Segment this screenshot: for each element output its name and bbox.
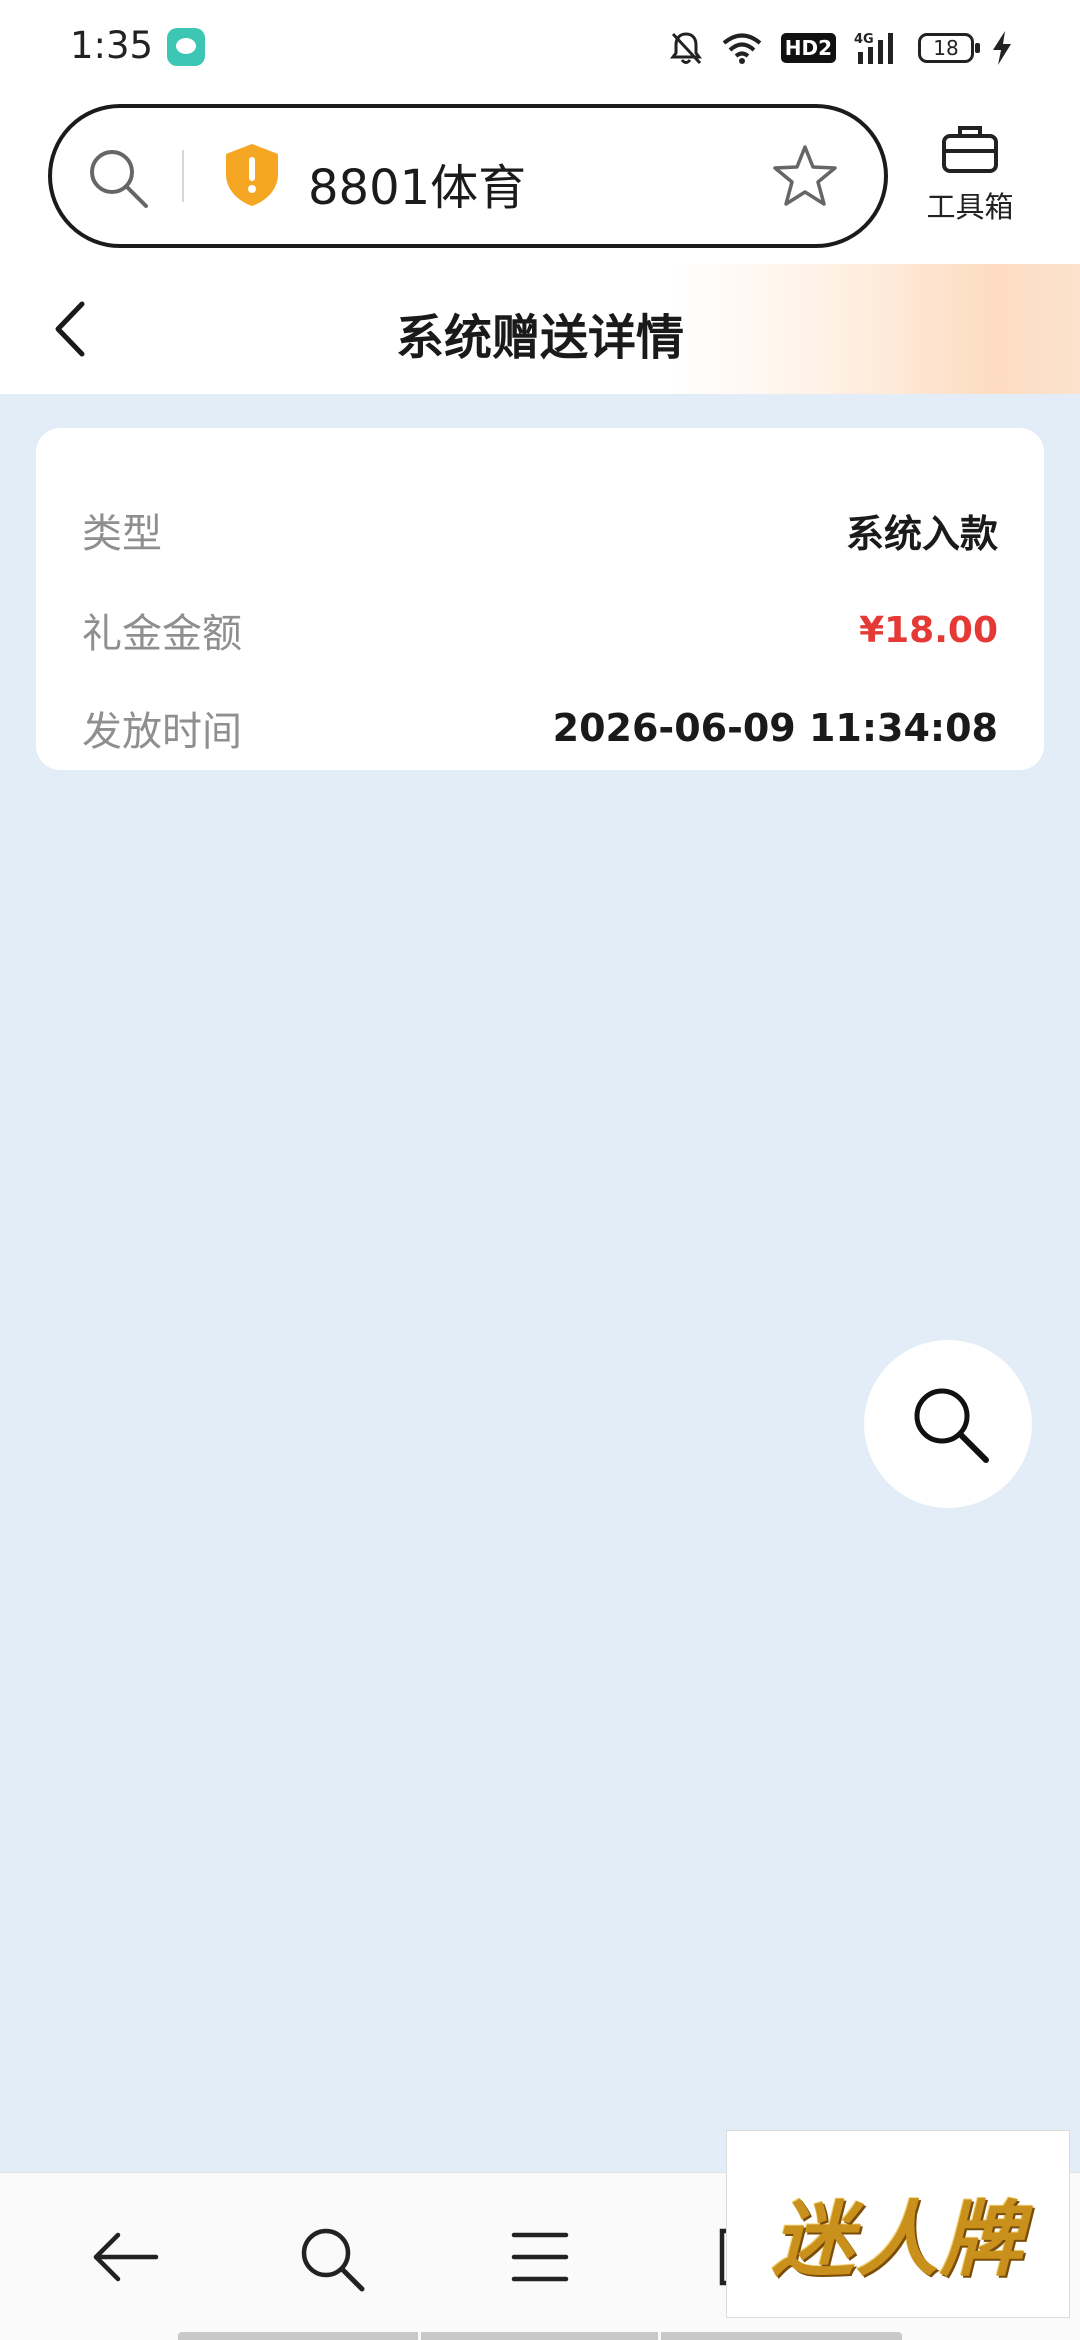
search-icon <box>914 1388 989 1463</box>
detail-card: 类型 系统入款 礼金金额 ¥18.00 发放时间 2026-06-09 11:3… <box>36 428 1044 770</box>
toolbox-icon <box>942 126 998 173</box>
notification-app-icon <box>167 28 205 66</box>
issue-time-label: 发放时间 <box>82 709 242 755</box>
detail-row-time: 发放时间 2026-06-09 11:34:08 <box>82 698 998 758</box>
charging-icon <box>993 31 1011 65</box>
status-time: 1:35 <box>70 24 154 67</box>
amount-label: 礼金金额 <box>82 611 242 657</box>
svg-text:4G: 4G <box>854 32 874 47</box>
security-warning-shield-icon[interactable] <box>222 142 282 208</box>
signal-4g-icon: 4G <box>854 32 893 64</box>
type-label: 类型 <box>82 511 162 557</box>
type-value: 系统入款 <box>845 511 998 556</box>
mute-bell-icon <box>669 32 702 65</box>
battery-indicator: 18 <box>918 33 980 63</box>
toolbox-label: 工具箱 <box>926 190 1014 224</box>
watermark-logo: 迷人牌 <box>726 2130 1070 2318</box>
search-icon[interactable] <box>298 2225 366 2293</box>
detail-row-amount: 礼金金额 ¥18.00 <box>82 600 998 660</box>
address-divider <box>182 150 184 202</box>
hd-voice-badge: HD2 <box>780 33 836 63</box>
floating-search-button[interactable] <box>864 1340 1032 1508</box>
amount-value: ¥18.00 <box>859 609 998 651</box>
status-icons: HD2 4G 18 <box>669 26 1012 70</box>
wifi-icon <box>722 33 762 64</box>
status-bar: 1:35 HD2 4G 18 <box>0 0 1080 96</box>
menu-icon[interactable] <box>510 2225 570 2289</box>
page-title: 系统赠送详情 <box>395 310 684 366</box>
back-arrow-icon[interactable] <box>88 2225 160 2289</box>
watermark-text: 迷人牌 <box>772 2193 1024 2288</box>
address-text[interactable]: 8801体育 <box>308 148 526 218</box>
gesture-bar <box>178 2332 902 2340</box>
search-icon <box>90 150 148 208</box>
address-bar[interactable]: 8801体育 <box>48 104 888 248</box>
toolbox-button[interactable]: 工具箱 <box>922 124 1018 226</box>
detail-row-type: 类型 系统入款 <box>82 500 998 560</box>
browser-toolbar: 8801体育 工具箱 <box>0 96 1080 264</box>
bookmark-star-icon[interactable] <box>772 144 838 208</box>
page-header: 系统赠送详情 <box>0 264 1080 394</box>
issue-time-value: 2026-06-09 11:34:08 <box>552 706 998 750</box>
